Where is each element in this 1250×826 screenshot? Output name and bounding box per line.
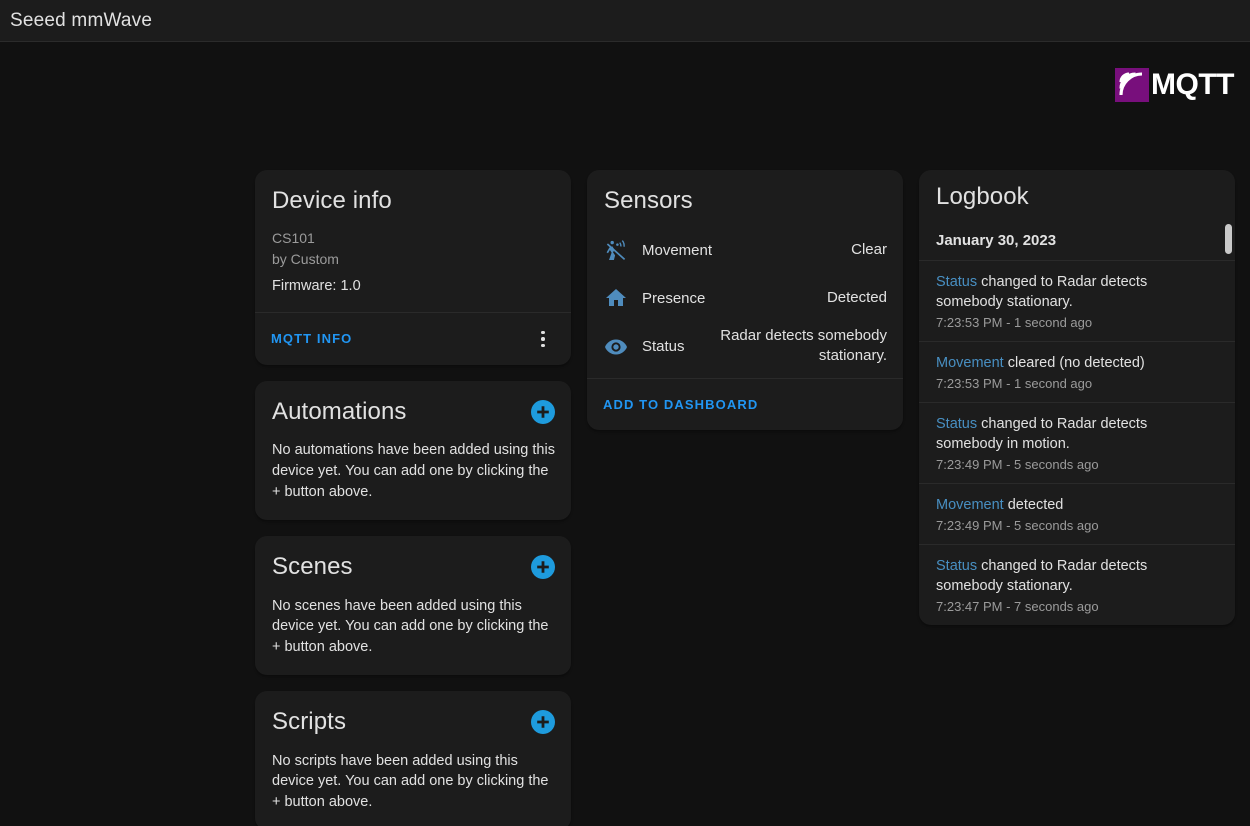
sensor-row-movement: Movement Clear xyxy=(604,226,887,274)
sensors-title: Sensors xyxy=(604,187,693,214)
device-meta: CS101 by Custom Firmware: 1.0 xyxy=(272,228,555,294)
scenes-header: Scenes xyxy=(272,553,555,581)
plus-circle-icon xyxy=(532,556,554,579)
logbook-entity[interactable]: Movement xyxy=(936,355,1004,371)
logbook-entry-time: 7:23:49 PM - 5 seconds ago xyxy=(936,518,1099,534)
sensor-value: Detected xyxy=(826,289,887,307)
scripts-header: Scripts xyxy=(272,708,555,736)
device-firmware: Firmware: 1.0 xyxy=(272,277,361,294)
logbook-entry-text: Movement detected xyxy=(936,495,1201,515)
logbook-message: cleared (no detected) xyxy=(1003,355,1145,372)
add-to-dashboard-button[interactable]: ADD TO DASHBOARD xyxy=(603,397,758,412)
scripts-empty-text: No scripts have been added using this de… xyxy=(272,752,549,810)
device-model: CS101 xyxy=(272,230,315,247)
device-info-card: Device info CS101 by Custom Firmware: 1.… xyxy=(255,170,571,365)
automations-title: Automations xyxy=(272,397,407,425)
logbook-entry-time: 7:23:49 PM - 5 seconds ago xyxy=(936,457,1099,473)
mqtt-info-button[interactable]: MQTT INFO xyxy=(271,331,352,346)
logbook-entity[interactable]: Movement xyxy=(936,497,1004,513)
logbook-entry[interactable]: Movement detected 7:23:49 PM - 5 seconds… xyxy=(919,483,1235,544)
scripts-body: Scripts No scripts have been added using… xyxy=(255,691,571,826)
column-left: Device info CS101 by Custom Firmware: 1.… xyxy=(255,170,571,826)
automations-header: Automations xyxy=(272,397,555,425)
logbook-entry[interactable]: Status changed to Radar detects somebody… xyxy=(919,260,1235,341)
card-columns: Device info CS101 by Custom Firmware: 1.… xyxy=(255,170,1250,826)
logbook-entry-text: Status changed to Radar detects somebody… xyxy=(936,272,1201,312)
logbook-entry-time: 7:23:47 PM - 7 seconds ago xyxy=(936,599,1099,615)
automations-body: Automations No automations have been add… xyxy=(255,381,571,520)
scenes-title: Scenes xyxy=(272,553,353,581)
sensors-card: Sensors Movement Clear Presence Detected… xyxy=(587,170,903,431)
logbook-entry[interactable]: Status changed to Radar detects somebody… xyxy=(919,402,1235,483)
column-middle: Sensors Movement Clear Presence Detected… xyxy=(587,170,903,431)
dot xyxy=(541,337,545,341)
scenes-card: Scenes No scenes have been added using t… xyxy=(255,536,571,676)
eye-icon xyxy=(605,339,627,355)
automations-empty-text: No automations have been added using thi… xyxy=(272,442,555,500)
scenes-body: Scenes No scenes have been added using t… xyxy=(255,536,571,675)
device-info-body: Device info CS101 by Custom Firmware: 1.… xyxy=(255,170,571,312)
sensors-body: Sensors Movement Clear Presence Detected… xyxy=(587,170,903,378)
sensor-value: Radar detects somebody stationary. xyxy=(720,327,887,365)
device-info-actions: MQTT INFO xyxy=(255,311,571,365)
logbook-scrollbar-thumb[interactable] xyxy=(1225,224,1232,254)
logbook-date: January 30, 2023 xyxy=(936,232,1057,250)
scripts-title: Scripts xyxy=(272,708,347,736)
sensor-value: Clear xyxy=(851,241,887,259)
logbook-entry-text: Movement cleared (no detected) xyxy=(936,353,1201,373)
page-title: Seeed mmWave xyxy=(10,9,153,31)
logbook-scrollbar[interactable] xyxy=(1225,222,1232,615)
sensor-name: Movement xyxy=(642,241,713,259)
scenes-empty-text: No scenes have been added using this dev… xyxy=(272,597,549,655)
sensor-name: Presence xyxy=(642,289,706,307)
sensors-actions: ADD TO DASHBOARD xyxy=(587,378,903,430)
logbook-entry-text: Status changed to Radar detects somebody… xyxy=(936,414,1201,454)
mqtt-mark-icon xyxy=(1115,68,1150,102)
dot xyxy=(541,343,545,348)
logbook-entry-time: 7:23:53 PM - 1 second ago xyxy=(936,315,1093,331)
sensor-row-status: Status Radar detects somebody stationary… xyxy=(604,322,887,370)
sensor-name: Status xyxy=(642,337,685,355)
more-vertical-icon[interactable] xyxy=(531,327,555,351)
mqtt-wordmark: MQTT xyxy=(1151,68,1234,101)
logbook-entry-time: 7:23:53 PM - 1 second ago xyxy=(936,376,1093,392)
automations-card: Automations No automations have been add… xyxy=(255,380,571,521)
add-automation-button[interactable] xyxy=(531,400,555,425)
logbook-entity[interactable]: Status xyxy=(936,416,977,432)
add-script-button[interactable] xyxy=(531,710,555,735)
plus-circle-icon xyxy=(532,401,554,424)
app-header: Seeed mmWave xyxy=(0,0,1250,42)
logbook-entry[interactable]: Status changed to Radar detects somebody… xyxy=(919,544,1235,625)
plus-circle-icon xyxy=(532,711,554,734)
dot xyxy=(541,330,545,335)
home-icon xyxy=(606,289,626,307)
sensor-row-presence: Presence Detected xyxy=(604,274,887,322)
device-info-title: Device info xyxy=(272,187,392,214)
logbook-entry-text: Status changed to Radar detects somebody… xyxy=(936,556,1201,596)
logbook-entity[interactable]: Status xyxy=(936,558,977,574)
brand-row: MQTT xyxy=(0,42,1250,128)
device-manufacturer: by Custom xyxy=(272,250,339,267)
logbook-card: Logbook January 30, 2023 Status changed … xyxy=(919,170,1235,626)
scripts-card: Scripts No scripts have been added using… xyxy=(255,691,571,826)
logbook-message: detected xyxy=(1003,497,1064,514)
column-right: Logbook January 30, 2023 Status changed … xyxy=(919,170,1235,626)
page-body: MQTT Device info CS101 by Custom Firmwar… xyxy=(0,42,1250,826)
logbook-entity[interactable]: Status xyxy=(936,274,977,290)
add-scene-button[interactable] xyxy=(531,555,555,580)
logbook-header: Logbook xyxy=(919,170,1235,220)
logbook-entry[interactable]: Movement cleared (no detected) 7:23:53 P… xyxy=(919,341,1235,402)
logbook-title: Logbook xyxy=(936,183,1029,210)
mqtt-logo: MQTT xyxy=(1115,68,1234,102)
motion-sensor-off-icon xyxy=(606,240,626,261)
